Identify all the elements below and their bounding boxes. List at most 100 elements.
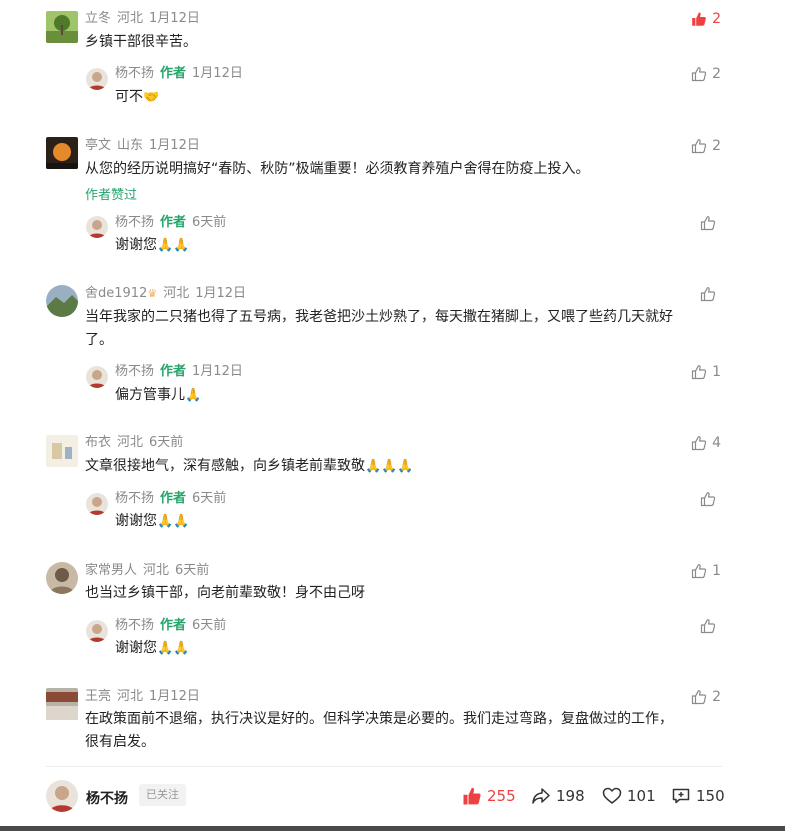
username[interactable]: 杨不扬 bbox=[115, 215, 154, 230]
timestamp: 6天前 bbox=[149, 435, 184, 450]
comment-meta: 王亮 河北 1月12日 bbox=[85, 688, 206, 706]
like-count: 255 bbox=[487, 787, 516, 805]
user-avatar[interactable] bbox=[46, 562, 78, 594]
timestamp: 6天前 bbox=[192, 215, 227, 230]
author-tag: 作者 bbox=[160, 491, 187, 506]
username[interactable]: 杨不扬 bbox=[115, 491, 154, 506]
share-button[interactable]: 198 bbox=[531, 786, 585, 806]
like-count: 1 bbox=[712, 364, 721, 380]
author-avatar[interactable] bbox=[86, 493, 108, 515]
like-button[interactable] bbox=[700, 285, 721, 303]
like-button[interactable]: 2 bbox=[691, 65, 721, 83]
author-avatar[interactable] bbox=[86, 620, 108, 642]
like-count: 2 bbox=[712, 138, 721, 154]
comment-section: 立冬 河北 1月12日 乡镇干部很辛苦。 2 杨不扬 作者 1月12日 可不🤝 2 亭文… bbox=[0, 0, 785, 831]
user-avatar[interactable] bbox=[46, 285, 78, 317]
author-name[interactable]: 杨不扬 bbox=[86, 788, 128, 808]
author-avatar[interactable] bbox=[86, 216, 108, 238]
handshake-emoji: 🤝 bbox=[143, 90, 160, 105]
pray-emoji: 🙏🙏 bbox=[157, 641, 190, 656]
comment-text: 从您的经历说明搞好“春防、秋防”极端重要！必须教育养殖户舍得在防疫上投入。 bbox=[85, 161, 590, 177]
favorite-count: 101 bbox=[627, 787, 656, 805]
user-avatar[interactable] bbox=[46, 137, 78, 169]
comment-text: 文章很接地气，深有感触，向乡镇老前辈致敬🙏🙏🙏 bbox=[85, 458, 414, 474]
like-button[interactable]: 2 bbox=[691, 137, 721, 155]
user-avatar[interactable] bbox=[46, 435, 78, 467]
like-button[interactable]: 4 bbox=[691, 434, 721, 452]
username[interactable]: 杨不扬 bbox=[115, 66, 154, 81]
like-button[interactable]: 1 bbox=[691, 363, 721, 381]
author-avatar[interactable] bbox=[86, 366, 108, 388]
user-avatar[interactable] bbox=[46, 688, 78, 720]
pray-emoji: 🙏🙏🙏 bbox=[365, 459, 414, 474]
like-count: 4 bbox=[712, 435, 721, 451]
thumb-up-icon bbox=[691, 689, 707, 705]
thumb-up-icon bbox=[691, 138, 707, 154]
like-count: 1 bbox=[712, 563, 721, 579]
comment-add-icon bbox=[672, 788, 690, 804]
favorite-button[interactable]: 101 bbox=[602, 786, 656, 806]
like-button[interactable]: 1 bbox=[691, 562, 721, 580]
timestamp: 1月12日 bbox=[149, 11, 200, 26]
comment-meta: 舍de1912♛ 河北 1月12日 bbox=[85, 285, 252, 303]
author-liked-note: 作者赞过 bbox=[85, 188, 138, 203]
comment-text: 乡镇干部很辛苦。 bbox=[85, 34, 197, 50]
comment-meta: 布衣 河北 6天前 bbox=[85, 434, 189, 452]
author-avatar[interactable] bbox=[46, 780, 78, 812]
reply-meta: 杨不扬 作者 1月12日 bbox=[115, 363, 249, 381]
pray-emoji: 🙏 bbox=[185, 388, 202, 403]
region: 河北 bbox=[117, 11, 144, 26]
comment-button[interactable]: 150 bbox=[671, 786, 725, 806]
username[interactable]: 杨不扬 bbox=[115, 618, 154, 633]
action-bar: 杨不扬 已关注 255 198 101 150 bbox=[0, 776, 785, 818]
like-count: 2 bbox=[712, 66, 721, 82]
region: 河北 bbox=[117, 689, 144, 704]
timestamp: 1月12日 bbox=[195, 286, 247, 301]
username[interactable]: 亭文 bbox=[85, 138, 111, 153]
author-tag: 作者 bbox=[160, 364, 187, 379]
heart-icon bbox=[602, 787, 622, 804]
author-avatar[interactable] bbox=[86, 68, 108, 90]
share-icon bbox=[532, 788, 550, 804]
region: 河北 bbox=[143, 563, 170, 578]
author-tag: 作者 bbox=[160, 215, 187, 230]
user-avatar[interactable] bbox=[46, 11, 78, 43]
timestamp: 1月12日 bbox=[192, 66, 243, 81]
username[interactable]: 家常男人 bbox=[85, 563, 137, 578]
username[interactable]: 布衣 bbox=[85, 435, 111, 450]
username[interactable]: 立冬 bbox=[85, 11, 111, 26]
region: 河北 bbox=[163, 286, 190, 301]
comment-meta: 家常男人 河北 6天前 bbox=[85, 562, 215, 580]
timestamp: 6天前 bbox=[192, 491, 227, 506]
like-button[interactable] bbox=[700, 490, 721, 508]
follow-button[interactable]: 已关注 bbox=[139, 784, 186, 806]
timestamp: 1月12日 bbox=[149, 689, 200, 704]
like-article-button[interactable]: 255 bbox=[462, 786, 516, 806]
comment-text: 当年我家的二只猪也得了五号病，我老爸把沙土炒熟了，每天撒在猪脚上，又喂了些药几天… bbox=[85, 309, 673, 348]
region: 河北 bbox=[117, 435, 144, 450]
like-button[interactable] bbox=[700, 617, 721, 635]
author-tag: 作者 bbox=[160, 66, 187, 81]
reply-meta: 杨不扬 作者 1月12日 bbox=[115, 65, 249, 83]
like-button[interactable]: 2 bbox=[691, 688, 721, 706]
username[interactable]: 王亮 bbox=[85, 689, 111, 704]
timestamp: 1月12日 bbox=[192, 364, 243, 379]
username[interactable]: 杨不扬 bbox=[115, 364, 154, 379]
reply-meta: 杨不扬 作者 6天前 bbox=[115, 490, 232, 508]
thumb-up-icon bbox=[691, 11, 707, 27]
reply-text: 谢谢您🙏🙏 bbox=[115, 513, 190, 529]
comment-text: 在政策面前不退缩，执行决议是好的。但科学决策是必要的。我们走过弯路，复盘做过的工… bbox=[85, 711, 673, 750]
like-count: 2 bbox=[712, 689, 721, 705]
window-edge bbox=[0, 826, 785, 831]
badge-icon: ♛ bbox=[147, 287, 158, 300]
timestamp: 1月12日 bbox=[149, 138, 200, 153]
like-button[interactable]: 2 bbox=[691, 10, 721, 28]
like-button[interactable] bbox=[700, 214, 721, 232]
reply-text: 偏方管事儿🙏 bbox=[115, 387, 202, 403]
thumb-up-icon bbox=[691, 435, 707, 451]
reply-meta: 杨不扬 作者 6天前 bbox=[115, 617, 232, 635]
username[interactable]: 舍de1912 bbox=[85, 286, 147, 301]
reply-text: 谢谢您🙏🙏 bbox=[115, 640, 190, 656]
thumb-up-icon bbox=[700, 286, 716, 302]
comment-text: 也当过乡镇干部，向老前辈致敬！身不由己呀 bbox=[85, 585, 365, 601]
